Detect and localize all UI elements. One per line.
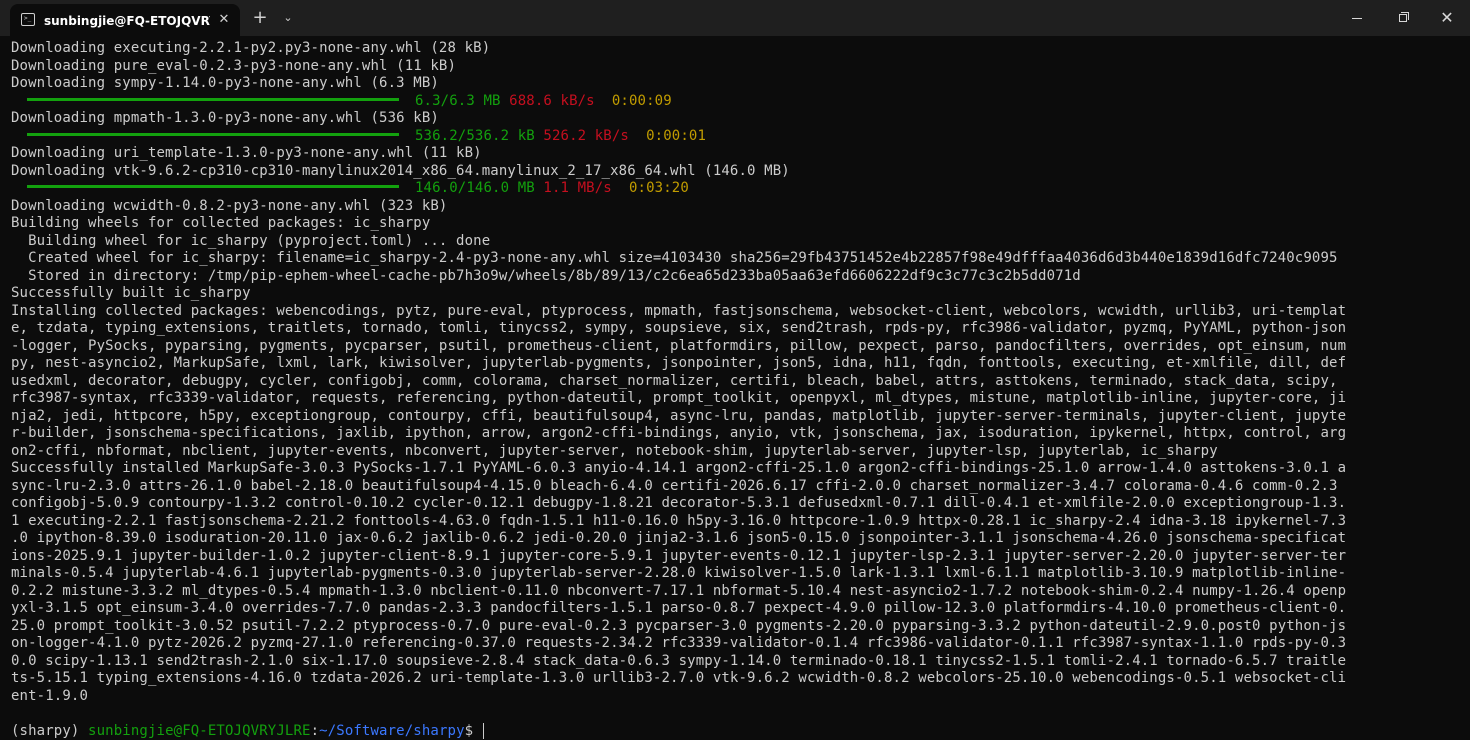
output-line: 1 executing-2.2.1 fastjsonschema-2.21.2 … (11, 512, 1347, 529)
prompt-user-host: sunbingjie@FQ-ETOJQVRYJLRE (88, 722, 311, 739)
minimize-icon (1352, 18, 1362, 19)
output-line: e, tzdata, typing_extensions, traitlets,… (11, 320, 1347, 336)
progress-eta: 0:00:09 (611, 92, 672, 109)
progress-bar (27, 97, 399, 101)
output-line: Downloading wcwidth-0.8.2-py3-none-any.w… (11, 197, 448, 214)
output-line: Stored in directory: /tmp/pip-ephem-whee… (11, 267, 1081, 284)
output-line: Successfully installed MarkupSafe-3.0.3 … (11, 460, 1347, 476)
progress-size: 146.0/146.0 MB (415, 180, 535, 196)
close-icon: ✕ (1440, 8, 1454, 27)
output-line: configobj-5.0.9 contourpy-1.3.2 control-… (11, 495, 1347, 511)
output-line: Downloading vtk-9.6.2-cp310-cp310-manyli… (11, 162, 790, 179)
chevron-down-icon[interactable]: ⌄ (277, 6, 299, 30)
tab-title: sunbingjie@FQ-ETOJQVRYJLR (44, 14, 210, 28)
output-line: Downloading pure_eval-0.2.3-py3-none-any… (11, 57, 457, 74)
output-line: yxl-3.1.5 opt_einsum-3.4.0 overrides-7.7… (11, 600, 1347, 616)
output-line: sync-lru-2.3.0 attrs-26.1.0 babel-2.18.0… (11, 477, 1338, 494)
prompt-env: (sharpy) (11, 722, 80, 739)
scrollbar[interactable] (1464, 36, 1468, 740)
output-line: nja2, jedi, httpcore, h5py, exceptiongro… (11, 407, 1347, 424)
output-line: usedxml, decorator, debugpy, cycler, con… (11, 372, 1338, 389)
output-line: Successfully built ic_sharpy (11, 285, 251, 301)
prompt-line[interactable]: (sharpy) sunbingjie@FQ-ETOJQVRYJLRE:~/So… (11, 722, 1451, 740)
progress-speed: 526.2 kB/s (543, 127, 629, 144)
progress-speed: 1.1 MB/s (543, 180, 612, 196)
terminal-icon: >_ (21, 13, 35, 26)
progress-bar (27, 185, 399, 188)
output-line: .0 ipython-8.39.0 isoduration-20.11.0 ja… (11, 530, 1347, 546)
new-tab-button[interactable]: + (248, 6, 272, 30)
output-line: 25.0 prompt_toolkit-3.0.52 psutil-7.2.2 … (11, 617, 1347, 634)
output-line: -logger, PySocks, pyparsing, pygments, p… (11, 337, 1347, 354)
terminal-output[interactable]: Downloading executing-2.2.1-py2.py3-none… (0, 36, 1470, 740)
output-line: Installing collected packages: webencodi… (11, 302, 1347, 319)
progress-line: 146.0/146.0 MB 1.1 MB/s 0:03:20 (11, 180, 1451, 198)
output-line: ions-2025.9.1 jupyter-builder-1.0.2 jupy… (11, 547, 1347, 564)
output-line: Downloading mpmath-1.3.0-py3-none-any.wh… (11, 110, 439, 126)
prompt-symbol: $ (464, 722, 474, 739)
output-line: Downloading executing-2.2.1-py2.py3-none… (11, 40, 491, 56)
output-line: rfc3987-syntax, rfc3339-validator, reque… (11, 390, 1347, 406)
output-line: on2-cffi, nbformat, nbclient, jupyter-ev… (11, 442, 1218, 459)
terminal-lines: Downloading executing-2.2.1-py2.py3-none… (11, 40, 1451, 740)
progress-bar (27, 132, 399, 136)
title-bar: >_ sunbingjie@FQ-ETOJQVRYJLR ✕ + ⌄ ✕ (0, 0, 1470, 36)
progress-size: 536.2/536.2 kB (415, 127, 535, 144)
output-line: ent-1.9.0 (11, 687, 89, 704)
output-line: Downloading uri_template-1.3.0-py3-none-… (11, 145, 482, 161)
output-line: on-logger-4.1.0 pytz-2026.2 pyzmq-27.1.0… (11, 635, 1347, 651)
progress-eta: 0:03:20 (629, 180, 689, 196)
output-line: Building wheel for ic_sharpy (pyproject.… (11, 232, 491, 249)
output-line: Downloading sympy-1.14.0-py3-none-any.wh… (11, 75, 439, 91)
progress-line: 6.3/6.3 MB 688.6 kB/s 0:00:09 (11, 93, 1451, 111)
output-line: ts-5.15.1 typing_extensions-4.16.0 tzdat… (11, 670, 1347, 686)
output-line: Building wheels for collected packages: … (11, 215, 431, 231)
maximize-button[interactable] (1380, 0, 1426, 36)
progress-size: 6.3/6.3 MB (415, 92, 501, 109)
minimize-button[interactable] (1334, 0, 1380, 36)
output-line: r-builder, jsonschema-specifications, ja… (11, 425, 1347, 441)
tab-close-icon[interactable]: ✕ (216, 12, 232, 28)
progress-eta: 0:00:01 (646, 127, 707, 144)
output-line: minals-0.5.4 jupyterlab-4.6.1 jupyterlab… (11, 565, 1347, 581)
output-line: py, nest-asyncio2, MarkupSafe, lxml, lar… (11, 355, 1347, 371)
text-cursor (483, 722, 485, 739)
terminal-tab[interactable]: >_ sunbingjie@FQ-ETOJQVRYJLR ✕ (10, 4, 240, 36)
restore-icon-back (1401, 12, 1409, 20)
progress-speed: 688.6 kB/s (509, 92, 595, 109)
output-line: 0.0 scipy-1.13.1 send2trash-2.1.0 six-1.… (11, 652, 1347, 669)
progress-line: 536.2/536.2 kB 526.2 kB/s 0:00:01 (11, 128, 1451, 146)
close-window-button[interactable]: ✕ (1424, 0, 1470, 36)
output-line: 0.2.2 mistune-3.3.2 ml_dtypes-0.5.4 mpma… (11, 582, 1347, 599)
prompt-path: ~/Software/sharpy (319, 722, 465, 739)
output-line: Created wheel for ic_sharpy: filename=ic… (11, 250, 1338, 266)
